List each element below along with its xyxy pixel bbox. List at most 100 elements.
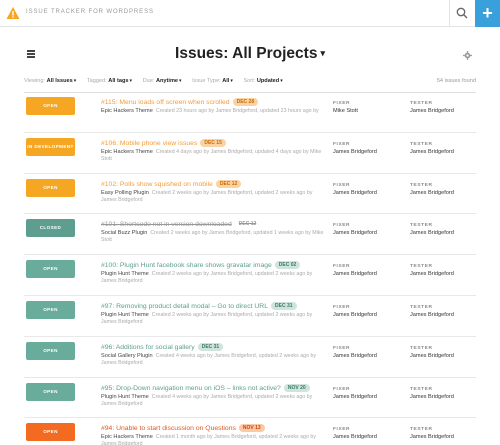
issue-title-link[interactable]: #100: Plugin Hunt facebook share shows g… bbox=[101, 262, 272, 269]
table-row[interactable]: OPEN #102: Polls show squished on mobile… bbox=[24, 174, 476, 215]
table-row[interactable]: OPEN #94: Unable to start discussion on … bbox=[24, 418, 476, 445]
filter-sort[interactable]: Sort: Updated▾ bbox=[243, 78, 282, 84]
warning-logo-icon bbox=[6, 7, 20, 19]
fixer-label: FIXER bbox=[333, 386, 351, 392]
issue-list: OPEN #115: Menu loads off screen when sc… bbox=[24, 92, 476, 445]
fixer-label: FIXER bbox=[333, 101, 351, 106]
fixer-label: FIXER bbox=[333, 182, 351, 188]
fixer-name: James Bridgeford bbox=[333, 311, 377, 318]
tester-name: James Bridgeford bbox=[410, 352, 454, 359]
filter-issue-type[interactable]: Issue Type: All▾ bbox=[192, 78, 233, 84]
tester-label: TESTER bbox=[410, 264, 433, 270]
fixer-name: Mike Stott bbox=[333, 108, 358, 114]
status-badge[interactable]: OPEN bbox=[26, 382, 75, 401]
status-badge[interactable]: OPEN bbox=[26, 300, 75, 319]
fixer-name: James Bridgeford bbox=[333, 434, 377, 441]
due-date-badge: DEC 12 bbox=[215, 179, 242, 188]
issue-title-link[interactable]: #96: Additions for social gallery bbox=[101, 344, 195, 351]
table-row[interactable]: OPEN #115: Menu loads off screen when sc… bbox=[24, 92, 476, 133]
tester-name: James Bridgeford bbox=[410, 230, 454, 237]
status-badge[interactable]: CLOSED bbox=[26, 219, 75, 238]
due-date-badge: DEC 31 bbox=[197, 342, 224, 351]
fixer-label: FIXER bbox=[333, 427, 351, 433]
project-name[interactable]: Epic Hackers Theme bbox=[101, 108, 153, 114]
tester-label: TESTER bbox=[410, 345, 433, 351]
tester-label: TESTER bbox=[410, 223, 433, 229]
tester-name: James Bridgeford bbox=[410, 434, 454, 441]
fixer-label: FIXER bbox=[333, 141, 351, 147]
due-date-badge: DEC 12 bbox=[238, 221, 257, 228]
search-icon bbox=[456, 7, 468, 19]
due-date-badge: DEC 28 bbox=[232, 98, 259, 106]
tester-name: James Bridgeford bbox=[410, 311, 454, 318]
project-dropdown-chevron-icon[interactable]: ▾ bbox=[320, 48, 325, 58]
filter-viewing[interactable]: Viewing: All Issues▾ bbox=[24, 78, 76, 84]
due-date-badge: NOV 13 bbox=[238, 424, 265, 433]
issue-meta: Created 23 hours ago by James Bridgeford… bbox=[155, 108, 319, 114]
status-badge[interactable]: IN DEVELOPMENT bbox=[26, 137, 75, 156]
project-name[interactable]: Epic Hackers Theme bbox=[101, 149, 153, 155]
due-date-badge: NOV 20 bbox=[283, 383, 310, 392]
fixer-name: James Bridgeford bbox=[333, 393, 377, 400]
tester-label: TESTER bbox=[410, 141, 433, 147]
issue-title-link[interactable]: #95: Drop-Down navigation menu on iOS – … bbox=[101, 385, 281, 392]
table-row[interactable]: CLOSED #101: Shortcode not in version do… bbox=[24, 214, 476, 256]
project-name[interactable]: Social Gallery Plugin bbox=[101, 353, 153, 359]
status-badge[interactable]: OPEN bbox=[26, 260, 75, 279]
page-title[interactable]: Issues: All Projects ▾ bbox=[0, 45, 500, 63]
fixer-name: James Bridgeford bbox=[333, 148, 377, 155]
due-date-badge: DEC 31 bbox=[271, 301, 297, 310]
issue-title-link[interactable]: #101: Shortcode not in version downloade… bbox=[101, 221, 232, 228]
status-badge[interactable]: OPEN bbox=[26, 97, 75, 115]
tester-name: James Bridgeford bbox=[410, 108, 454, 114]
project-name[interactable]: Social Buzz Plugin bbox=[101, 230, 147, 236]
fixer-label: FIXER bbox=[333, 304, 351, 310]
tester-label: TESTER bbox=[410, 101, 433, 106]
tester-label: TESTER bbox=[410, 182, 433, 188]
fixer-name: James Bridgeford bbox=[333, 230, 377, 237]
search-button[interactable] bbox=[449, 0, 474, 27]
tester-name: James Bridgeford bbox=[410, 393, 454, 400]
issue-title-link[interactable]: #102: Polls show squished on mobile bbox=[101, 181, 213, 188]
table-row[interactable]: IN DEVELOPMENT #106: Mobile phone view i… bbox=[24, 133, 476, 174]
table-row[interactable]: OPEN #95: Drop-Down navigation menu on i… bbox=[24, 378, 476, 419]
issue-title-link[interactable]: #115: Menu loads off screen when scrolle… bbox=[101, 99, 230, 106]
top-bar: ISSUE TRACKER FOR WORDPRESS + bbox=[0, 0, 500, 27]
tester-label: TESTER bbox=[410, 386, 433, 392]
project-name[interactable]: Plugin Hunt Theme bbox=[101, 394, 149, 400]
tester-label: TESTER bbox=[410, 427, 433, 433]
table-row[interactable]: OPEN #96: Additions for social gallery DE… bbox=[24, 337, 476, 378]
status-badge[interactable]: OPEN bbox=[26, 341, 75, 360]
fixer-name: James Bridgeford bbox=[333, 189, 377, 196]
add-issue-button[interactable]: + bbox=[475, 0, 500, 27]
project-name[interactable]: Plugin Hunt Theme bbox=[101, 271, 149, 277]
project-name[interactable]: Epic Hackers Theme bbox=[101, 434, 153, 440]
fixer-label: FIXER bbox=[333, 345, 351, 351]
due-date-badge: DEC 02 bbox=[274, 261, 301, 270]
table-row[interactable]: OPEN #97: Removing product detail modal … bbox=[24, 296, 476, 337]
fixer-label: FIXER bbox=[333, 264, 351, 270]
plus-icon: + bbox=[482, 3, 493, 23]
fixer-name: James Bridgeford bbox=[333, 271, 377, 278]
gear-icon[interactable] bbox=[463, 51, 472, 60]
fixer-name: James Bridgeford bbox=[333, 352, 377, 359]
filter-due[interactable]: Due: Anytime▾ bbox=[143, 78, 182, 84]
issue-title-link[interactable]: #106: Mobile phone view issues bbox=[101, 140, 197, 147]
issue-title-link[interactable]: #94: Unable to start discussion on Quest… bbox=[101, 425, 236, 432]
filter-tagged[interactable]: Tagged: All tags▾ bbox=[87, 78, 132, 84]
project-name[interactable]: Plugin Hunt Theme bbox=[101, 312, 149, 318]
tester-label: TESTER bbox=[410, 304, 433, 310]
app-title: ISSUE TRACKER FOR WORDPRESS bbox=[26, 9, 154, 15]
status-badge[interactable]: OPEN bbox=[26, 423, 75, 442]
status-badge[interactable]: OPEN bbox=[26, 178, 75, 197]
tester-name: James Bridgeford bbox=[410, 189, 454, 196]
fixer-label: FIXER bbox=[333, 223, 351, 229]
project-name[interactable]: Easy Polling Plugin bbox=[101, 190, 149, 196]
table-row[interactable]: OPEN #100: Plugin Hunt facebook share sh… bbox=[24, 255, 476, 296]
issue-count: 54 issues found bbox=[436, 78, 476, 84]
tester-name: James Bridgeford bbox=[410, 148, 454, 155]
filter-bar: Viewing: All Issues▾ Tagged: All tags▾ D… bbox=[24, 78, 476, 92]
issue-title-link[interactable]: #97: Removing product detail modal – Go … bbox=[101, 303, 268, 310]
tester-name: James Bridgeford bbox=[410, 271, 454, 278]
page-title-text: Issues: All Projects bbox=[175, 45, 318, 62]
